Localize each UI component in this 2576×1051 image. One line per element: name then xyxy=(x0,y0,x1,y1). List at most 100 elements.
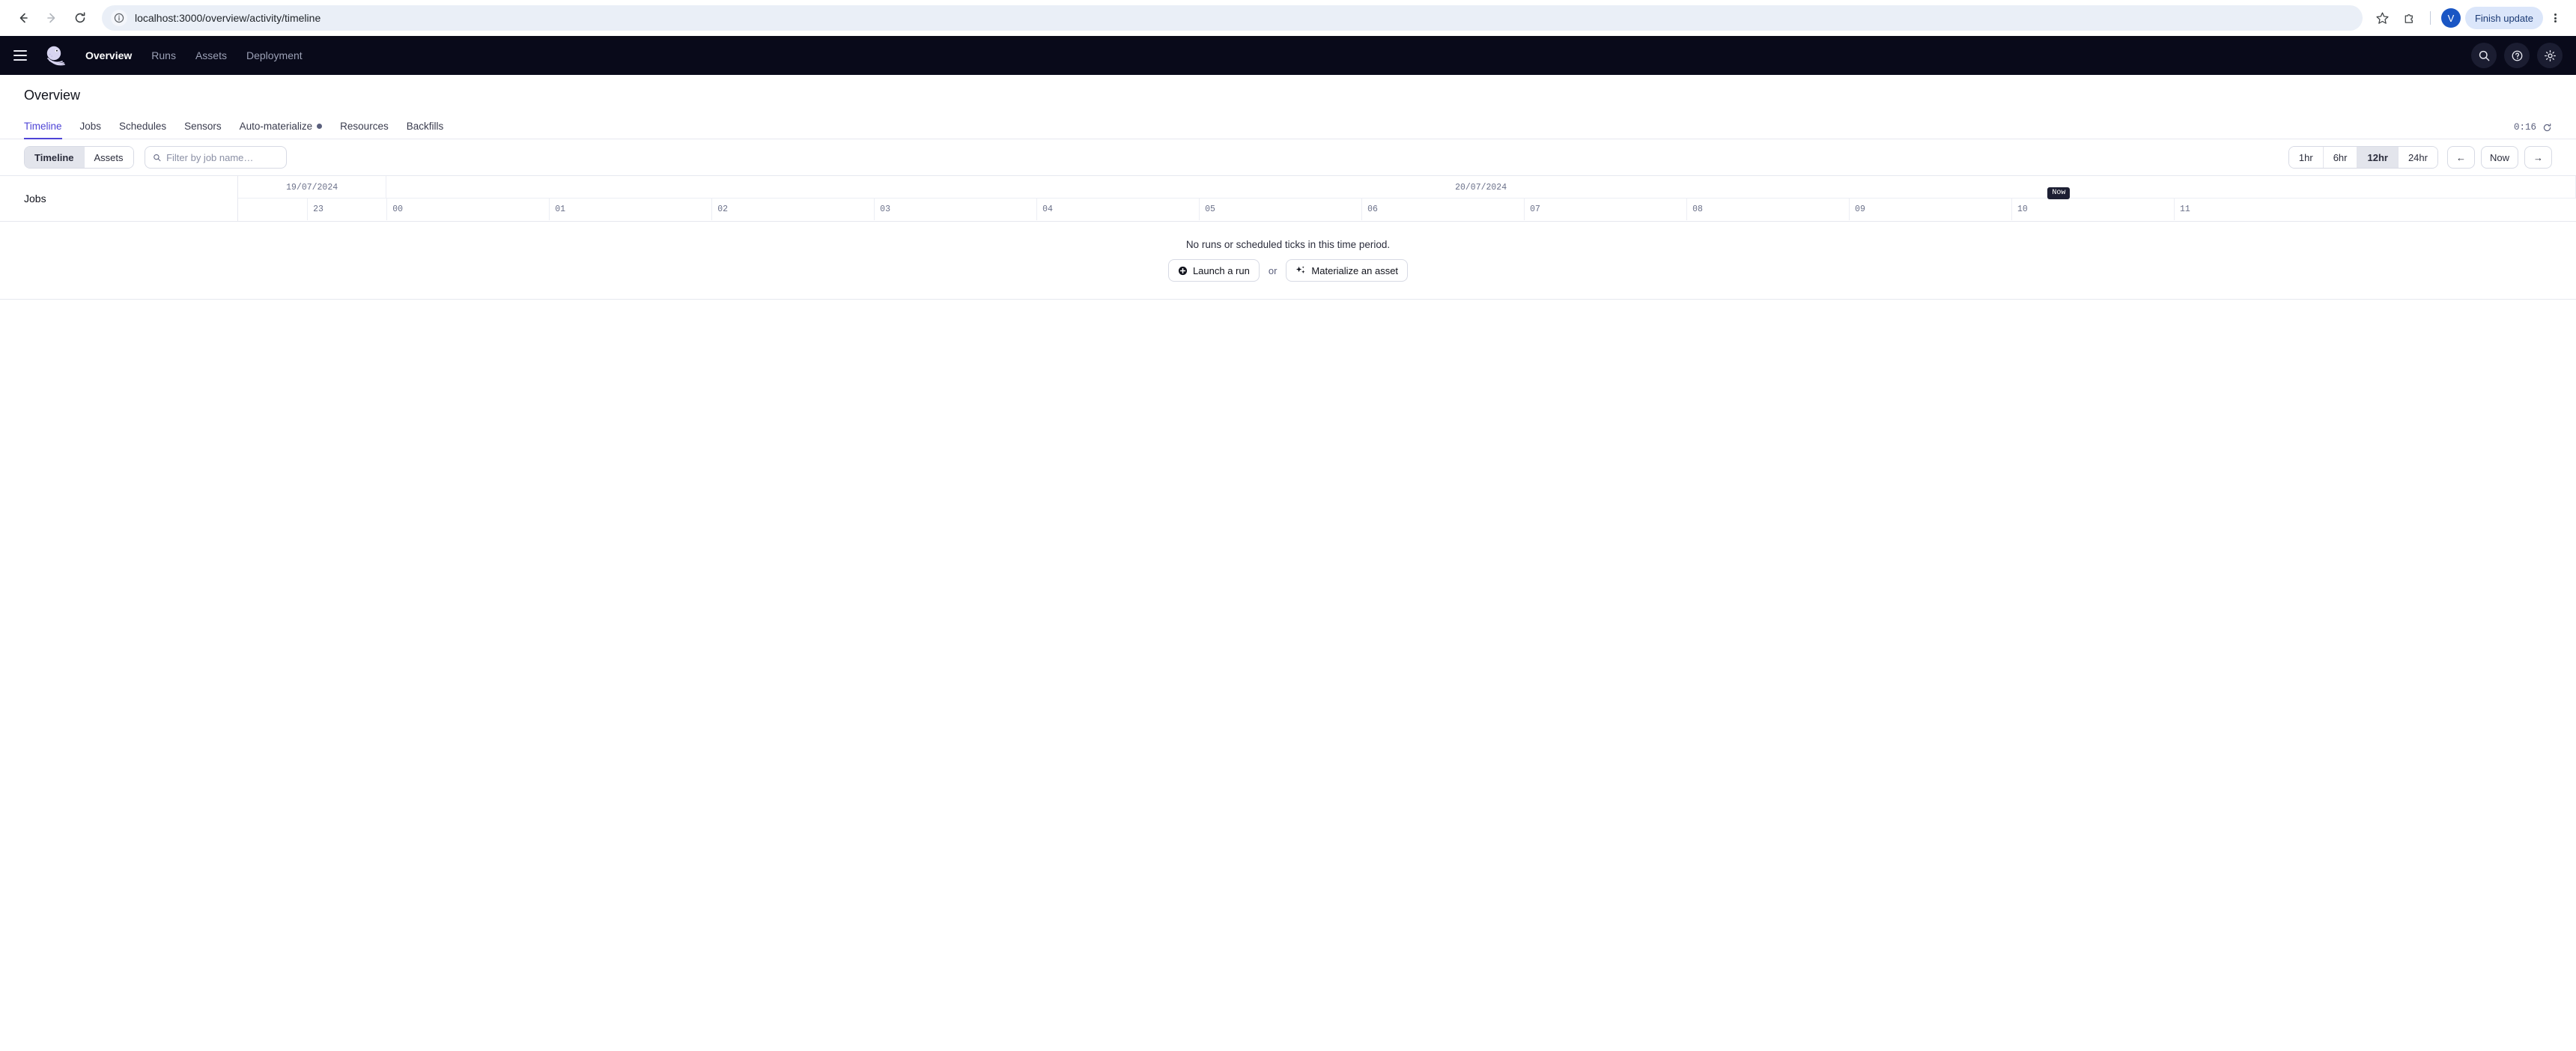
time-now-button[interactable]: Now xyxy=(2480,146,2518,169)
nav-link-overview[interactable]: Overview xyxy=(85,49,132,61)
timeline-hour-label: 04 xyxy=(1036,199,1053,220)
browser-actions: V Finish update xyxy=(2370,5,2566,31)
timeline-toolbar: Timeline Assets 1hr 6hr 12hr 24hr ← Now … xyxy=(0,139,2576,175)
range-12hr[interactable]: 12hr xyxy=(2357,147,2399,168)
refresh-icon[interactable] xyxy=(2542,123,2552,133)
bookmark-button[interactable] xyxy=(2370,5,2396,31)
tab-sensors[interactable]: Sensors xyxy=(184,121,222,139)
timeline-header: Jobs 19/07/2024 20/07/2024 23 00 01 02 03 04 05… xyxy=(0,176,2576,222)
empty-state-message: No runs or scheduled ticks in this time … xyxy=(1185,239,1391,250)
forward-button[interactable] xyxy=(39,5,64,31)
time-next-button[interactable]: → xyxy=(2524,146,2552,169)
empty-state-or: or xyxy=(1268,264,1278,276)
job-filter-box[interactable] xyxy=(144,146,287,169)
arrow-left-icon xyxy=(19,13,28,23)
status-dot-icon xyxy=(317,124,323,129)
reload-icon xyxy=(75,12,85,23)
range-6hr[interactable]: 6hr xyxy=(2323,147,2358,168)
timeline-hour-label: 01 xyxy=(549,199,565,220)
dagster-octopus-logo[interactable] xyxy=(42,44,69,67)
page-tabs: Timeline Jobs Schedules Sensors Auto-mat… xyxy=(0,108,2576,139)
tab-backfills[interactable]: Backfills xyxy=(407,121,444,139)
browser-menu-button[interactable] xyxy=(2545,7,2566,29)
nav-link-runs[interactable]: Runs xyxy=(151,49,176,61)
tab-label: Auto-materialize xyxy=(239,121,313,132)
range-1hr[interactable]: 1hr xyxy=(2288,147,2324,168)
tab-label: Jobs xyxy=(79,121,102,132)
timeline-date-label: 20/07/2024 xyxy=(386,176,2576,199)
empty-state-actions: Launch a run or Materialize an asset xyxy=(1167,259,1409,282)
extensions-puzzle-icon xyxy=(2405,13,2414,23)
refresh-status[interactable]: 0:16 xyxy=(2514,122,2552,133)
info-circle-icon xyxy=(114,13,124,23)
site-info-icon[interactable] xyxy=(111,10,127,26)
materialize-asset-label: Materialize an asset xyxy=(1311,264,1399,276)
timeline-hour-label: 05 xyxy=(1199,199,1215,220)
search-icon xyxy=(2479,50,2489,61)
timeline-hour-label: 06 xyxy=(1361,199,1378,220)
tab-auto-materialize[interactable]: Auto-materialize xyxy=(240,121,323,139)
timeline-section: Jobs 19/07/2024 20/07/2024 23 00 01 02 03 04 05… xyxy=(0,175,2576,300)
timeline-hour-label: 10 xyxy=(2011,199,2028,220)
timeline-date-row: 19/07/2024 20/07/2024 xyxy=(238,176,2576,199)
view-mode-timeline[interactable]: Timeline xyxy=(25,147,85,168)
global-search-button[interactable] xyxy=(2471,43,2497,68)
time-range-toggle: 1hr 6hr 12hr 24hr xyxy=(2288,146,2438,169)
timeline-hour-label: 09 xyxy=(1849,199,1865,220)
help-button[interactable] xyxy=(2504,43,2530,68)
finish-update-button[interactable]: Finish update xyxy=(2464,7,2543,29)
tab-resources[interactable]: Resources xyxy=(340,121,389,139)
timeline-grid[interactable]: 19/07/2024 20/07/2024 23 00 01 02 03 04 05 06 07 0… xyxy=(238,176,2576,221)
gear-settings-icon xyxy=(2544,49,2556,61)
time-prev-button[interactable]: ← xyxy=(2446,146,2475,169)
launch-run-button[interactable]: Launch a run xyxy=(1167,259,1260,282)
toolbar-divider xyxy=(2429,11,2431,25)
address-bar[interactable]: localhost:3000/overview/activity/timelin… xyxy=(102,5,2363,31)
now-marker-badge: Now xyxy=(2047,187,2071,199)
primary-nav: Overview Runs Assets Deployment xyxy=(85,49,303,61)
view-mode-assets[interactable]: Assets xyxy=(84,147,133,168)
search-icon xyxy=(153,154,161,161)
app-header: Overview Runs Assets Deployment xyxy=(0,36,2576,75)
star-icon xyxy=(2376,11,2389,24)
tab-timeline[interactable]: Timeline xyxy=(24,121,62,139)
timeline-empty-state: No runs or scheduled ticks in this time … xyxy=(0,222,2576,300)
app-header-actions xyxy=(2471,43,2563,68)
tab-jobs[interactable]: Jobs xyxy=(80,121,102,139)
timeline-date-label: 19/07/2024 xyxy=(238,176,387,199)
arrow-right-icon xyxy=(47,13,55,23)
tab-label: Sensors xyxy=(184,121,222,132)
search-input[interactable] xyxy=(166,151,279,163)
tab-schedules[interactable]: Schedules xyxy=(119,121,166,139)
back-button[interactable] xyxy=(10,5,36,31)
timeline-hour-label: 23 xyxy=(307,199,323,220)
launch-run-label: Launch a run xyxy=(1192,264,1250,276)
help-question-icon xyxy=(2512,50,2522,61)
timeline-row-header: Jobs xyxy=(0,176,238,221)
hamburger-menu-icon[interactable] xyxy=(13,46,33,65)
browser-toolbar: localhost:3000/overview/activity/timelin… xyxy=(0,0,2576,36)
materialize-asset-button[interactable]: Materialize an asset xyxy=(1286,259,1409,282)
timeline-hour-row: 23 00 01 02 03 04 05 06 07 08 09 10 11 xyxy=(238,199,2576,220)
view-mode-toggle: Timeline Assets xyxy=(24,146,134,169)
toolbar-right: 1hr 6hr 12hr 24hr ← Now → xyxy=(2288,146,2552,169)
nav-link-deployment[interactable]: Deployment xyxy=(246,49,303,61)
tab-label: Schedules xyxy=(119,121,167,132)
page-title-row: Overview xyxy=(0,75,2576,108)
refresh-countdown: 0:16 xyxy=(2513,122,2536,133)
extensions-button[interactable] xyxy=(2397,5,2422,31)
reload-button[interactable] xyxy=(67,5,93,31)
timeline-hour-label: 02 xyxy=(711,199,728,220)
range-24hr[interactable]: 24hr xyxy=(2398,147,2437,168)
tab-label: Timeline xyxy=(24,121,62,132)
settings-button[interactable] xyxy=(2537,43,2563,68)
timeline-hour-label: 00 xyxy=(386,199,403,220)
tab-label: Backfills xyxy=(406,121,444,132)
nav-link-assets[interactable]: Assets xyxy=(195,49,227,61)
timeline-hour-label: 11 xyxy=(2174,199,2190,220)
timeline-hour-label: 03 xyxy=(874,199,890,220)
timeline-hour-label: 07 xyxy=(1524,199,1540,220)
plus-circle-icon xyxy=(1178,266,1188,275)
profile-avatar[interactable]: V xyxy=(2440,8,2461,28)
tab-label: Resources xyxy=(340,121,389,132)
